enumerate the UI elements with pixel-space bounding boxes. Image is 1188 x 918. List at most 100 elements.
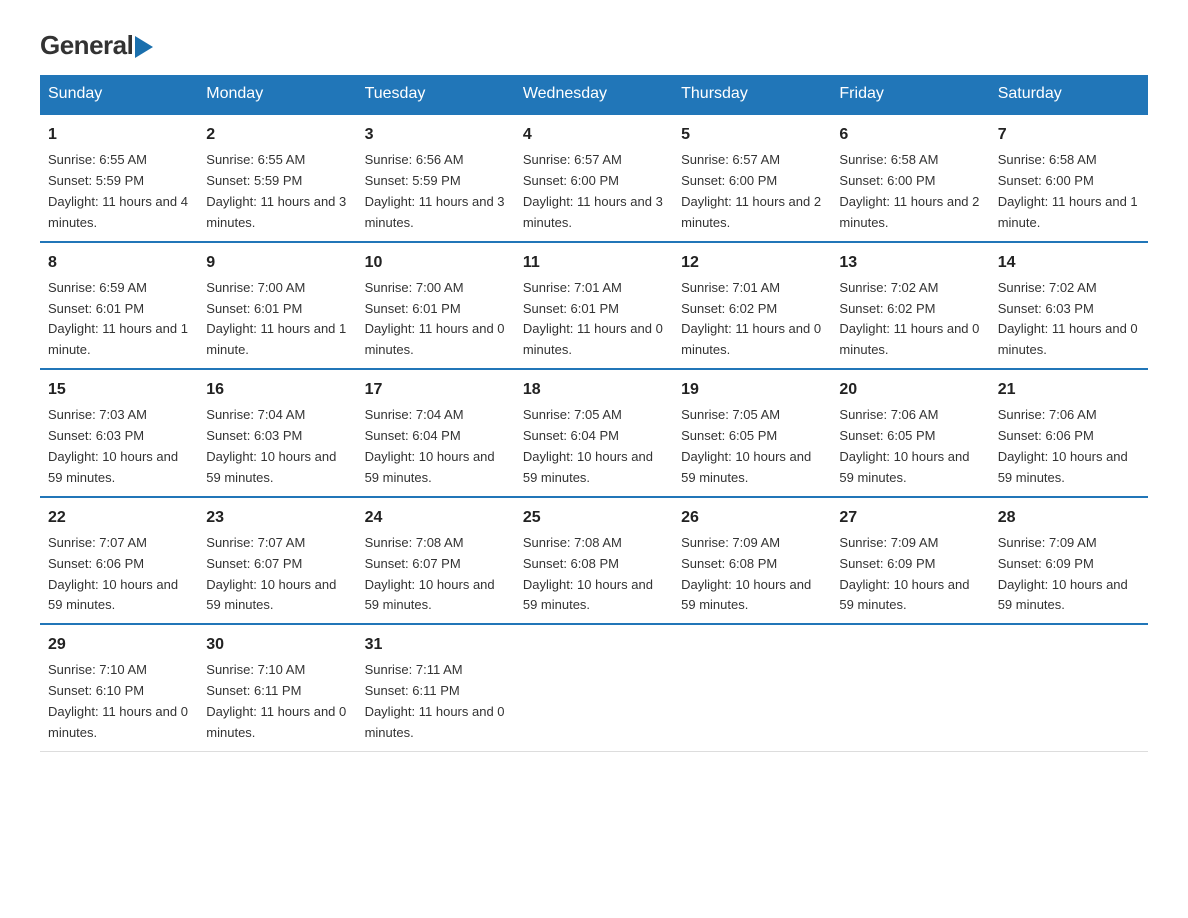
calendar-cell: 8 Sunrise: 6:59 AMSunset: 6:01 PMDayligh… [40, 242, 198, 370]
day-info: Sunrise: 7:01 AMSunset: 6:01 PMDaylight:… [523, 280, 663, 358]
day-number: 3 [365, 123, 507, 146]
day-info: Sunrise: 6:57 AMSunset: 6:00 PMDaylight:… [523, 152, 663, 230]
day-number: 9 [206, 251, 348, 274]
day-number: 5 [681, 123, 823, 146]
day-info: Sunrise: 7:10 AMSunset: 6:10 PMDaylight:… [48, 662, 188, 740]
day-number: 15 [48, 378, 190, 401]
day-header-thursday: Thursday [673, 75, 831, 114]
calendar-cell [831, 624, 989, 751]
day-number: 19 [681, 378, 823, 401]
calendar-cell: 3 Sunrise: 6:56 AMSunset: 5:59 PMDayligh… [357, 114, 515, 242]
day-info: Sunrise: 7:04 AMSunset: 6:04 PMDaylight:… [365, 407, 495, 485]
calendar-cell: 5 Sunrise: 6:57 AMSunset: 6:00 PMDayligh… [673, 114, 831, 242]
calendar-cell: 13 Sunrise: 7:02 AMSunset: 6:02 PMDaylig… [831, 242, 989, 370]
day-info: Sunrise: 7:10 AMSunset: 6:11 PMDaylight:… [206, 662, 346, 740]
day-info: Sunrise: 7:03 AMSunset: 6:03 PMDaylight:… [48, 407, 178, 485]
day-info: Sunrise: 7:04 AMSunset: 6:03 PMDaylight:… [206, 407, 336, 485]
day-info: Sunrise: 7:06 AMSunset: 6:05 PMDaylight:… [839, 407, 969, 485]
calendar-cell: 30 Sunrise: 7:10 AMSunset: 6:11 PMDaylig… [198, 624, 356, 751]
day-info: Sunrise: 7:05 AMSunset: 6:05 PMDaylight:… [681, 407, 811, 485]
calendar-cell [673, 624, 831, 751]
calendar-week-row: 29 Sunrise: 7:10 AMSunset: 6:10 PMDaylig… [40, 624, 1148, 751]
calendar-week-row: 8 Sunrise: 6:59 AMSunset: 6:01 PMDayligh… [40, 242, 1148, 370]
day-header-wednesday: Wednesday [515, 75, 673, 114]
day-number: 16 [206, 378, 348, 401]
day-info: Sunrise: 7:09 AMSunset: 6:09 PMDaylight:… [998, 535, 1128, 613]
day-info: Sunrise: 7:11 AMSunset: 6:11 PMDaylight:… [365, 662, 505, 740]
day-number: 28 [998, 506, 1140, 529]
calendar-cell [990, 624, 1148, 751]
calendar-cell: 14 Sunrise: 7:02 AMSunset: 6:03 PMDaylig… [990, 242, 1148, 370]
calendar-cell: 27 Sunrise: 7:09 AMSunset: 6:09 PMDaylig… [831, 497, 989, 625]
calendar-cell: 28 Sunrise: 7:09 AMSunset: 6:09 PMDaylig… [990, 497, 1148, 625]
calendar-cell: 7 Sunrise: 6:58 AMSunset: 6:00 PMDayligh… [990, 114, 1148, 242]
day-info: Sunrise: 7:05 AMSunset: 6:04 PMDaylight:… [523, 407, 653, 485]
day-number: 23 [206, 506, 348, 529]
day-header-saturday: Saturday [990, 75, 1148, 114]
day-info: Sunrise: 6:58 AMSunset: 6:00 PMDaylight:… [839, 152, 979, 230]
day-number: 27 [839, 506, 981, 529]
calendar-table: SundayMondayTuesdayWednesdayThursdayFrid… [40, 75, 1148, 752]
calendar-cell: 18 Sunrise: 7:05 AMSunset: 6:04 PMDaylig… [515, 369, 673, 497]
calendar-cell: 16 Sunrise: 7:04 AMSunset: 6:03 PMDaylig… [198, 369, 356, 497]
calendar-cell: 6 Sunrise: 6:58 AMSunset: 6:00 PMDayligh… [831, 114, 989, 242]
day-header-friday: Friday [831, 75, 989, 114]
day-number: 20 [839, 378, 981, 401]
day-number: 21 [998, 378, 1140, 401]
calendar-cell: 23 Sunrise: 7:07 AMSunset: 6:07 PMDaylig… [198, 497, 356, 625]
day-number: 31 [365, 633, 507, 656]
calendar-cell [515, 624, 673, 751]
day-info: Sunrise: 7:07 AMSunset: 6:06 PMDaylight:… [48, 535, 178, 613]
day-number: 14 [998, 251, 1140, 274]
day-info: Sunrise: 7:01 AMSunset: 6:02 PMDaylight:… [681, 280, 821, 358]
calendar-cell: 20 Sunrise: 7:06 AMSunset: 6:05 PMDaylig… [831, 369, 989, 497]
day-info: Sunrise: 7:06 AMSunset: 6:06 PMDaylight:… [998, 407, 1128, 485]
day-info: Sunrise: 6:59 AMSunset: 6:01 PMDaylight:… [48, 280, 188, 358]
day-number: 30 [206, 633, 348, 656]
day-number: 17 [365, 378, 507, 401]
day-info: Sunrise: 6:57 AMSunset: 6:00 PMDaylight:… [681, 152, 821, 230]
calendar-cell: 19 Sunrise: 7:05 AMSunset: 6:05 PMDaylig… [673, 369, 831, 497]
day-info: Sunrise: 7:02 AMSunset: 6:02 PMDaylight:… [839, 280, 979, 358]
calendar-cell: 15 Sunrise: 7:03 AMSunset: 6:03 PMDaylig… [40, 369, 198, 497]
calendar-week-row: 15 Sunrise: 7:03 AMSunset: 6:03 PMDaylig… [40, 369, 1148, 497]
day-number: 2 [206, 123, 348, 146]
calendar-cell: 12 Sunrise: 7:01 AMSunset: 6:02 PMDaylig… [673, 242, 831, 370]
day-number: 8 [48, 251, 190, 274]
day-info: Sunrise: 7:00 AMSunset: 6:01 PMDaylight:… [206, 280, 346, 358]
logo-triangle-icon [135, 36, 153, 58]
day-number: 25 [523, 506, 665, 529]
page-header: General [40, 30, 1148, 55]
day-number: 12 [681, 251, 823, 274]
day-info: Sunrise: 7:09 AMSunset: 6:09 PMDaylight:… [839, 535, 969, 613]
day-info: Sunrise: 7:08 AMSunset: 6:07 PMDaylight:… [365, 535, 495, 613]
logo-general-text: General [40, 30, 133, 61]
day-number: 7 [998, 123, 1140, 146]
day-number: 10 [365, 251, 507, 274]
calendar-cell: 24 Sunrise: 7:08 AMSunset: 6:07 PMDaylig… [357, 497, 515, 625]
day-info: Sunrise: 6:55 AMSunset: 5:59 PMDaylight:… [48, 152, 188, 230]
calendar-header-row: SundayMondayTuesdayWednesdayThursdayFrid… [40, 75, 1148, 114]
calendar-cell: 21 Sunrise: 7:06 AMSunset: 6:06 PMDaylig… [990, 369, 1148, 497]
day-info: Sunrise: 6:55 AMSunset: 5:59 PMDaylight:… [206, 152, 346, 230]
calendar-cell: 4 Sunrise: 6:57 AMSunset: 6:00 PMDayligh… [515, 114, 673, 242]
day-header-sunday: Sunday [40, 75, 198, 114]
calendar-cell: 9 Sunrise: 7:00 AMSunset: 6:01 PMDayligh… [198, 242, 356, 370]
calendar-week-row: 1 Sunrise: 6:55 AMSunset: 5:59 PMDayligh… [40, 114, 1148, 242]
day-header-tuesday: Tuesday [357, 75, 515, 114]
calendar-cell: 10 Sunrise: 7:00 AMSunset: 6:01 PMDaylig… [357, 242, 515, 370]
day-info: Sunrise: 7:08 AMSunset: 6:08 PMDaylight:… [523, 535, 653, 613]
calendar-week-row: 22 Sunrise: 7:07 AMSunset: 6:06 PMDaylig… [40, 497, 1148, 625]
calendar-cell: 29 Sunrise: 7:10 AMSunset: 6:10 PMDaylig… [40, 624, 198, 751]
calendar-cell: 2 Sunrise: 6:55 AMSunset: 5:59 PMDayligh… [198, 114, 356, 242]
day-number: 11 [523, 251, 665, 274]
calendar-cell: 25 Sunrise: 7:08 AMSunset: 6:08 PMDaylig… [515, 497, 673, 625]
calendar-cell: 1 Sunrise: 6:55 AMSunset: 5:59 PMDayligh… [40, 114, 198, 242]
day-info: Sunrise: 7:09 AMSunset: 6:08 PMDaylight:… [681, 535, 811, 613]
calendar-cell: 31 Sunrise: 7:11 AMSunset: 6:11 PMDaylig… [357, 624, 515, 751]
day-number: 18 [523, 378, 665, 401]
day-info: Sunrise: 6:56 AMSunset: 5:59 PMDaylight:… [365, 152, 505, 230]
day-info: Sunrise: 6:58 AMSunset: 6:00 PMDaylight:… [998, 152, 1138, 230]
logo: General [40, 30, 153, 55]
day-number: 1 [48, 123, 190, 146]
